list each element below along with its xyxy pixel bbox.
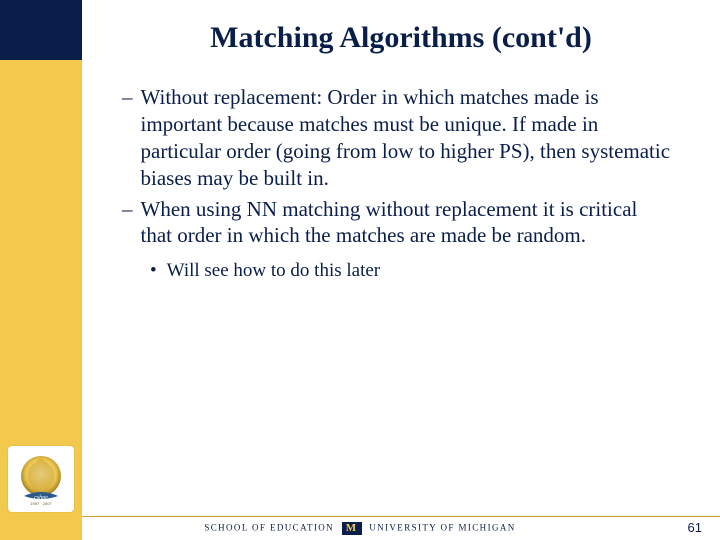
page-number: 61 <box>688 520 702 535</box>
slide-content: Matching Algorithms (cont'd) – Without r… <box>82 0 720 540</box>
rail-navy-block <box>0 0 82 60</box>
footer-brand: SCHOOL OF EDUCATION M UNIVERSITY OF MICH… <box>0 522 720 535</box>
bullet-dash-icon: – <box>122 196 141 250</box>
footer-left-text: SCHOOL OF EDUCATION <box>204 523 334 533</box>
bullet-item: – When using NN matching without replace… <box>122 196 672 250</box>
cshpe-logo: cshpe 1957 · 2007 <box>8 446 74 512</box>
footer: SCHOOL OF EDUCATION M UNIVERSITY OF MICH… <box>0 516 720 540</box>
bullet-item: – Without replacement: Order in which ma… <box>122 84 672 192</box>
left-rail: cshpe 1957 · 2007 <box>0 0 82 540</box>
cshpe-anniversary-icon: cshpe 1957 · 2007 <box>14 452 68 506</box>
body-text: – Without replacement: Order in which ma… <box>82 56 720 284</box>
michigan-m-icon: M <box>342 522 362 535</box>
bullet-text: Without replacement: Order in which matc… <box>141 84 673 192</box>
footer-divider <box>82 516 720 517</box>
svg-text:1957 · 2007: 1957 · 2007 <box>30 501 52 506</box>
sub-bullet-item: • Will see how to do this later <box>150 259 672 283</box>
bullet-dot-icon: • <box>150 259 167 283</box>
sub-bullet-text: Will see how to do this later <box>167 259 380 283</box>
bullet-text: When using NN matching without replaceme… <box>141 196 673 250</box>
footer-right-text: UNIVERSITY OF MICHIGAN <box>369 523 515 533</box>
bullet-dash-icon: – <box>122 84 141 192</box>
slide-title: Matching Algorithms (cont'd) <box>82 0 720 56</box>
